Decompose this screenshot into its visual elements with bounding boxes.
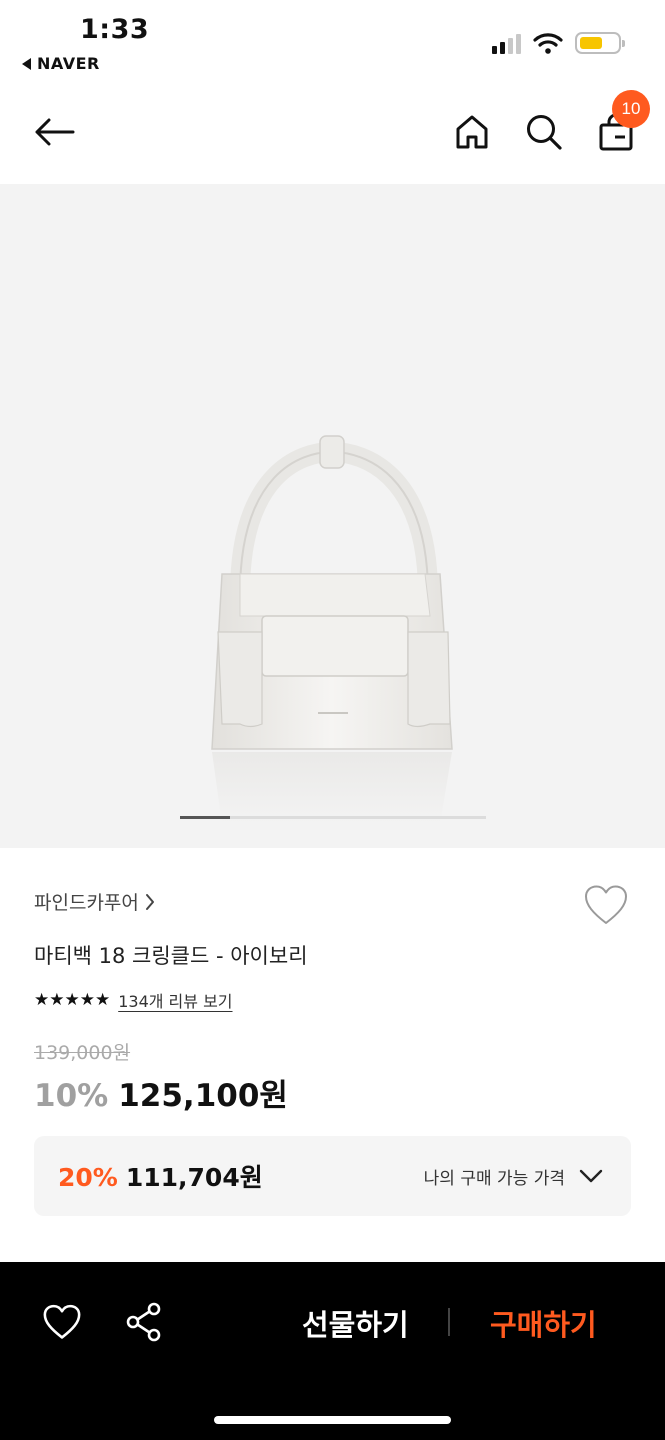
member-discount-rate: 20%	[58, 1163, 118, 1192]
wifi-icon	[533, 33, 563, 54]
brand-link[interactable]: 파인드카푸어	[34, 888, 155, 915]
original-price: 139,000원	[34, 1042, 131, 1064]
my-price-dropdown[interactable]: 20% 111,704원 나의 구매 가능 가격	[34, 1136, 631, 1216]
heart-icon	[585, 885, 627, 924]
back-to-app-link[interactable]: NAVER	[22, 54, 100, 73]
price-row: 10% 125,100원	[34, 1070, 288, 1115]
star-rating: ★★★★★	[34, 990, 111, 1010]
home-indicator[interactable]	[214, 1416, 451, 1424]
product-title: 마티백 18 크링클드 - 아이보리	[34, 944, 308, 968]
back-arrow-icon	[35, 118, 75, 146]
discount-rate: 10%	[34, 1078, 109, 1114]
share-button[interactable]	[122, 1302, 166, 1342]
top-navigation	[0, 82, 665, 184]
home-button[interactable]	[452, 110, 492, 154]
heart-icon	[43, 1304, 81, 1339]
buy-button[interactable]: 구매하기	[490, 1302, 597, 1344]
bottom-action-bar	[0, 1262, 665, 1440]
sale-price: 125,100원	[118, 1078, 288, 1114]
battery-icon	[575, 32, 625, 54]
product-photo	[211, 435, 453, 824]
status-bar: 1:33 NAVER	[0, 0, 665, 82]
search-button[interactable]	[524, 110, 564, 154]
back-button[interactable]	[30, 110, 78, 154]
status-icons	[492, 32, 625, 54]
cellular-signal-icon	[492, 32, 521, 54]
member-price: 111,704원	[125, 1163, 263, 1192]
share-icon	[126, 1302, 161, 1342]
search-icon	[527, 115, 562, 150]
gift-button[interactable]: 선물하기	[302, 1302, 409, 1344]
home-icon	[456, 115, 488, 149]
rating-row: ★★★★★ 134개 리뷰 보기	[34, 988, 233, 1012]
chevron-down-icon	[579, 1169, 603, 1183]
carousel-indicator	[180, 816, 486, 819]
bottom-wishlist-button[interactable]	[40, 1302, 84, 1342]
status-time: 1:33	[80, 14, 150, 45]
chevron-right-icon	[145, 893, 154, 910]
action-divider	[448, 1308, 450, 1336]
my-price-label: 나의 구매 가능 가격	[423, 1168, 565, 1189]
wishlist-button[interactable]	[583, 884, 629, 930]
cart-count-badge: 10	[612, 90, 650, 128]
back-triangle-icon	[22, 57, 31, 70]
product-image-carousel[interactable]	[0, 184, 665, 848]
review-link[interactable]: 134개 리뷰 보기	[118, 988, 232, 1012]
brand-name: 파인드카푸어	[34, 892, 139, 914]
back-app-label: NAVER	[37, 54, 100, 73]
